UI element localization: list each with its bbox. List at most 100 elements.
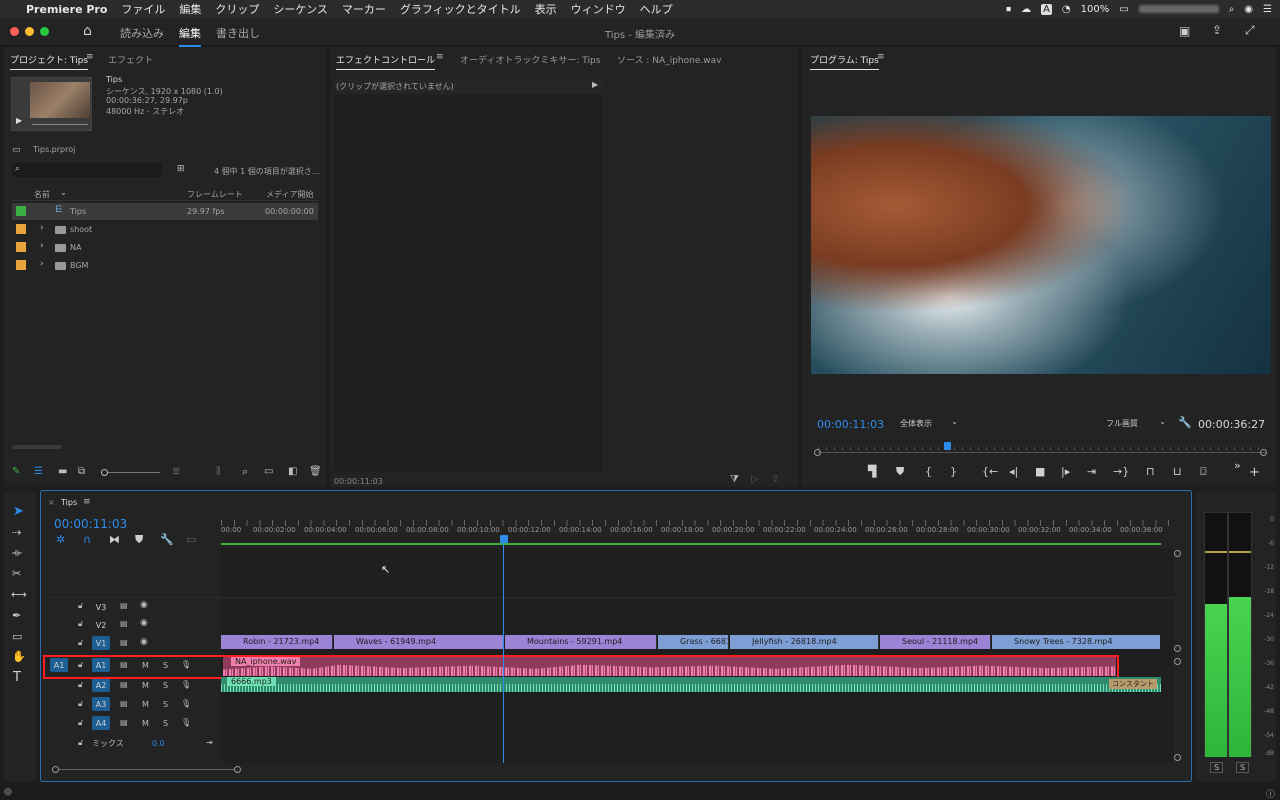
tab-audio-mixer[interactable]: オーディオトラックミキサー: Tips (460, 53, 600, 66)
filter-icon[interactable]: ⧩ (730, 474, 739, 485)
track-target-a3[interactable]: A3 (92, 697, 110, 711)
video-clip[interactable]: Grass - 66810 (658, 635, 729, 649)
captions-icon[interactable]: ▭ (186, 533, 196, 546)
pencil-icon[interactable]: ✎ (12, 466, 20, 477)
export-clip-icon[interactable]: ⇪ (771, 474, 779, 485)
voice-over-mic-icon[interactable]: 🎙︎ (181, 718, 191, 727)
menu-help[interactable]: ヘルプ (640, 1, 673, 17)
creative-cloud-icon[interactable]: ☁ (1021, 4, 1031, 15)
mark-in-icon[interactable]: { (925, 465, 932, 478)
step-back-icon[interactable]: ◂| (1009, 465, 1018, 478)
mute-button[interactable]: M (142, 719, 149, 728)
wrench-icon[interactable]: 🔧 (1178, 416, 1192, 429)
hand-tool-icon[interactable]: ✋ (12, 650, 26, 663)
menu-graphics[interactable]: グラフィックとタイトル (400, 1, 521, 17)
video-clip[interactable]: Waves - 61949.mp4 (334, 635, 504, 649)
control-center-icon[interactable]: ☰ (1263, 4, 1272, 15)
lock-icon[interactable]: 🔓︎ (78, 638, 83, 648)
new-search-bin-icon[interactable]: ⊞ (177, 164, 185, 174)
menu-edit[interactable]: 編集 (179, 1, 201, 17)
loop-icon[interactable]: ⇥ (1087, 465, 1096, 478)
expand-arrow-icon[interactable]: ▶ (592, 80, 598, 89)
timeline-vertical-scrollbar[interactable] (1174, 550, 1182, 762)
panel-menu-icon[interactable]: ≡ (86, 52, 94, 62)
spotlight-search-icon[interactable]: ⌕ (1229, 4, 1235, 15)
add-marker-icon[interactable]: ⛊ (135, 533, 143, 547)
sort-chevron-icon[interactable]: ⌄ (60, 188, 67, 197)
tab-effect-controls[interactable]: エフェクトコントロール (336, 53, 436, 70)
add-marker-icon[interactable]: ⛊ (896, 465, 904, 479)
video-clip[interactable]: Snowy Trees - 7328.mp4 (992, 635, 1160, 649)
visibility-eye-icon[interactable]: ◉ (140, 637, 148, 647)
stop-icon[interactable]: ■ (1035, 465, 1045, 478)
step-forward-icon[interactable]: |▸ (1061, 465, 1070, 478)
input-mode-indicator[interactable]: A (1041, 3, 1052, 15)
type-tool-icon[interactable]: T (13, 670, 21, 685)
share-icon[interactable]: ⇪ (1212, 23, 1222, 37)
track-target-v3[interactable]: V3 (92, 600, 110, 614)
menu-window[interactable]: ウィンドウ (571, 1, 626, 17)
mute-button[interactable]: M (142, 700, 149, 709)
trash-icon[interactable]: 🗑 (309, 466, 322, 477)
label-color-swatch[interactable] (16, 206, 26, 216)
automate-to-sequence-icon[interactable]: ⫼ (216, 466, 221, 477)
zoom-select[interactable]: 全体表示 ⌄ (894, 416, 960, 430)
timeline-timecode[interactable]: 00:00:11:03 (54, 517, 127, 531)
mute-button[interactable]: M (142, 681, 149, 690)
label-color-swatch[interactable] (16, 224, 26, 234)
menu-view[interactable]: 表示 (535, 1, 557, 17)
find-icon[interactable]: ⌕ (242, 465, 248, 479)
app-name-menu[interactable]: Premiere Pro (26, 3, 107, 16)
zoom-handle-right[interactable] (1260, 449, 1267, 456)
label-color-swatch[interactable] (16, 242, 26, 252)
new-item-icon[interactable]: ◧ (288, 466, 297, 477)
insert-nest-icon[interactable]: ✲ (56, 533, 65, 546)
go-to-end-icon[interactable]: ⇥ (206, 738, 213, 747)
video-clip[interactable]: Jellyfish - 26818.mp4 (730, 635, 879, 649)
panel-menu-icon[interactable]: ≡ (877, 52, 885, 62)
search-input[interactable]: ⌕ (12, 163, 162, 177)
solo-right-button[interactable]: S (1236, 762, 1250, 773)
column-framerate[interactable]: フレームレート (187, 189, 243, 200)
track-target-a4[interactable]: A4 (92, 716, 110, 730)
zoom-slider[interactable] (101, 469, 160, 476)
menu-clip[interactable]: クリップ (215, 1, 259, 17)
tab-import[interactable]: 読み込み (120, 25, 164, 41)
expand-chevron-icon[interactable]: › (40, 223, 44, 233)
mix-volume-value[interactable]: 0.0 (152, 739, 165, 748)
timeline-zoom-scrollbar[interactable] (52, 766, 241, 773)
close-window-button[interactable] (10, 27, 19, 36)
lock-icon[interactable]: 🔓︎ (78, 738, 83, 748)
solo-button[interactable]: S (163, 681, 168, 690)
list-item[interactable]: ⋿ Tips 29.97 fps 00:00:00:00 (12, 203, 318, 220)
tab-effects[interactable]: エフェクト (108, 53, 153, 66)
visibility-eye-icon[interactable]: ◉ (140, 600, 148, 610)
list-item[interactable]: › NA (12, 239, 318, 256)
tab-project[interactable]: プロジェクト: Tips (10, 53, 89, 70)
mark-in-out-icon[interactable]: ▜ (868, 465, 876, 478)
minimize-window-button[interactable] (25, 27, 34, 36)
play-audio-icon[interactable]: ▷ (751, 474, 759, 485)
voice-over-mic-icon[interactable]: 🎙︎ (181, 680, 191, 689)
list-item[interactable]: › shoot (12, 221, 318, 238)
work-area-bar[interactable] (221, 543, 1161, 545)
track-target-a2[interactable]: A2 (92, 678, 110, 692)
column-name[interactable]: 名前 (34, 189, 50, 200)
siri-icon[interactable]: ◉ (1244, 4, 1253, 15)
zoom-window-button[interactable] (40, 27, 49, 36)
track-select-tool-icon[interactable]: ⇢ (12, 526, 21, 539)
sync-lock-icon[interactable]: ▤ (120, 601, 128, 610)
go-to-in-icon[interactable]: {← (982, 465, 998, 478)
lock-icon[interactable]: 🔓︎ (78, 699, 83, 709)
sync-lock-icon[interactable]: ▤ (120, 699, 128, 708)
new-bin-icon[interactable]: ▭ (264, 466, 273, 477)
lift-icon[interactable]: ⊓ (1146, 465, 1155, 478)
voice-over-mic-icon[interactable]: 🎙︎ (181, 699, 191, 708)
sync-lock-icon[interactable]: ▤ (120, 718, 128, 727)
razor-tool-icon[interactable]: ✂ (12, 567, 21, 580)
go-to-out-icon[interactable]: →} (1113, 465, 1129, 478)
lock-icon[interactable]: 🔓︎ (78, 601, 83, 611)
track-target-v1[interactable]: V1 (92, 636, 110, 650)
menu-marker[interactable]: マーカー (342, 1, 386, 17)
solo-button[interactable]: S (163, 700, 168, 709)
